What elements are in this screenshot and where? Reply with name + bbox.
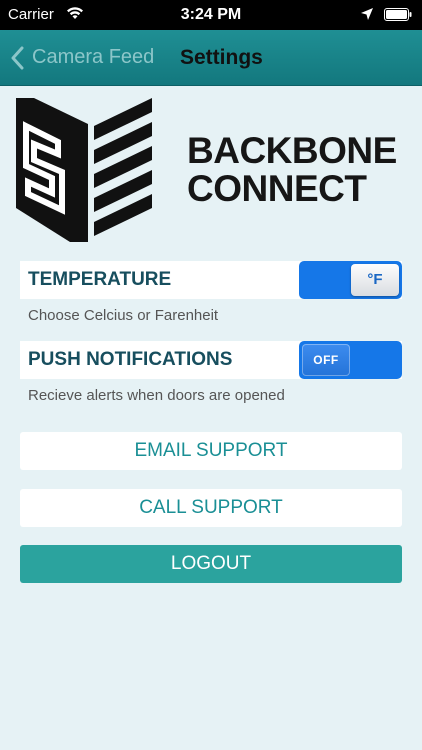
- temperature-toggle-knob: °F: [351, 264, 399, 296]
- temperature-unit-toggle[interactable]: °F: [299, 261, 402, 299]
- chevron-left-icon: [11, 46, 24, 69]
- brand-line-2: CONNECT: [187, 168, 367, 209]
- location-arrow-icon: [361, 8, 373, 20]
- email-support-button[interactable]: EMAIL SUPPORT: [20, 432, 402, 470]
- navigation-bar: Camera Feed Settings: [0, 30, 422, 86]
- backbone-logo-icon: [16, 98, 152, 242]
- push-toggle-knob: OFF: [302, 344, 350, 376]
- battery-icon: [384, 8, 412, 21]
- logout-button[interactable]: LOGOUT: [20, 545, 402, 583]
- back-button[interactable]: Camera Feed: [10, 30, 154, 85]
- clock: 3:24 PM: [180, 6, 242, 23]
- push-notifications-toggle[interactable]: OFF: [299, 341, 402, 379]
- temperature-setting-row: TEMPERATURE °F: [20, 261, 402, 299]
- temperature-label: TEMPERATURE: [28, 269, 172, 290]
- push-notifications-description: Recieve alerts when doors are opened: [28, 387, 285, 404]
- brand-name: BACKBONE CONNECT: [187, 132, 417, 208]
- status-bar: Carrier 3:24 PM: [0, 0, 422, 30]
- push-notifications-label: PUSH NOTIFICATIONS: [28, 349, 233, 370]
- page-title: Settings: [180, 46, 263, 69]
- call-support-button[interactable]: CALL SUPPORT: [20, 489, 402, 527]
- temperature-description: Choose Celcius or Farenheit: [28, 307, 219, 324]
- back-button-label: Camera Feed: [32, 46, 155, 68]
- brand-line-1: BACKBONE: [187, 130, 397, 171]
- push-notifications-setting-row: PUSH NOTIFICATIONS OFF: [20, 341, 402, 379]
